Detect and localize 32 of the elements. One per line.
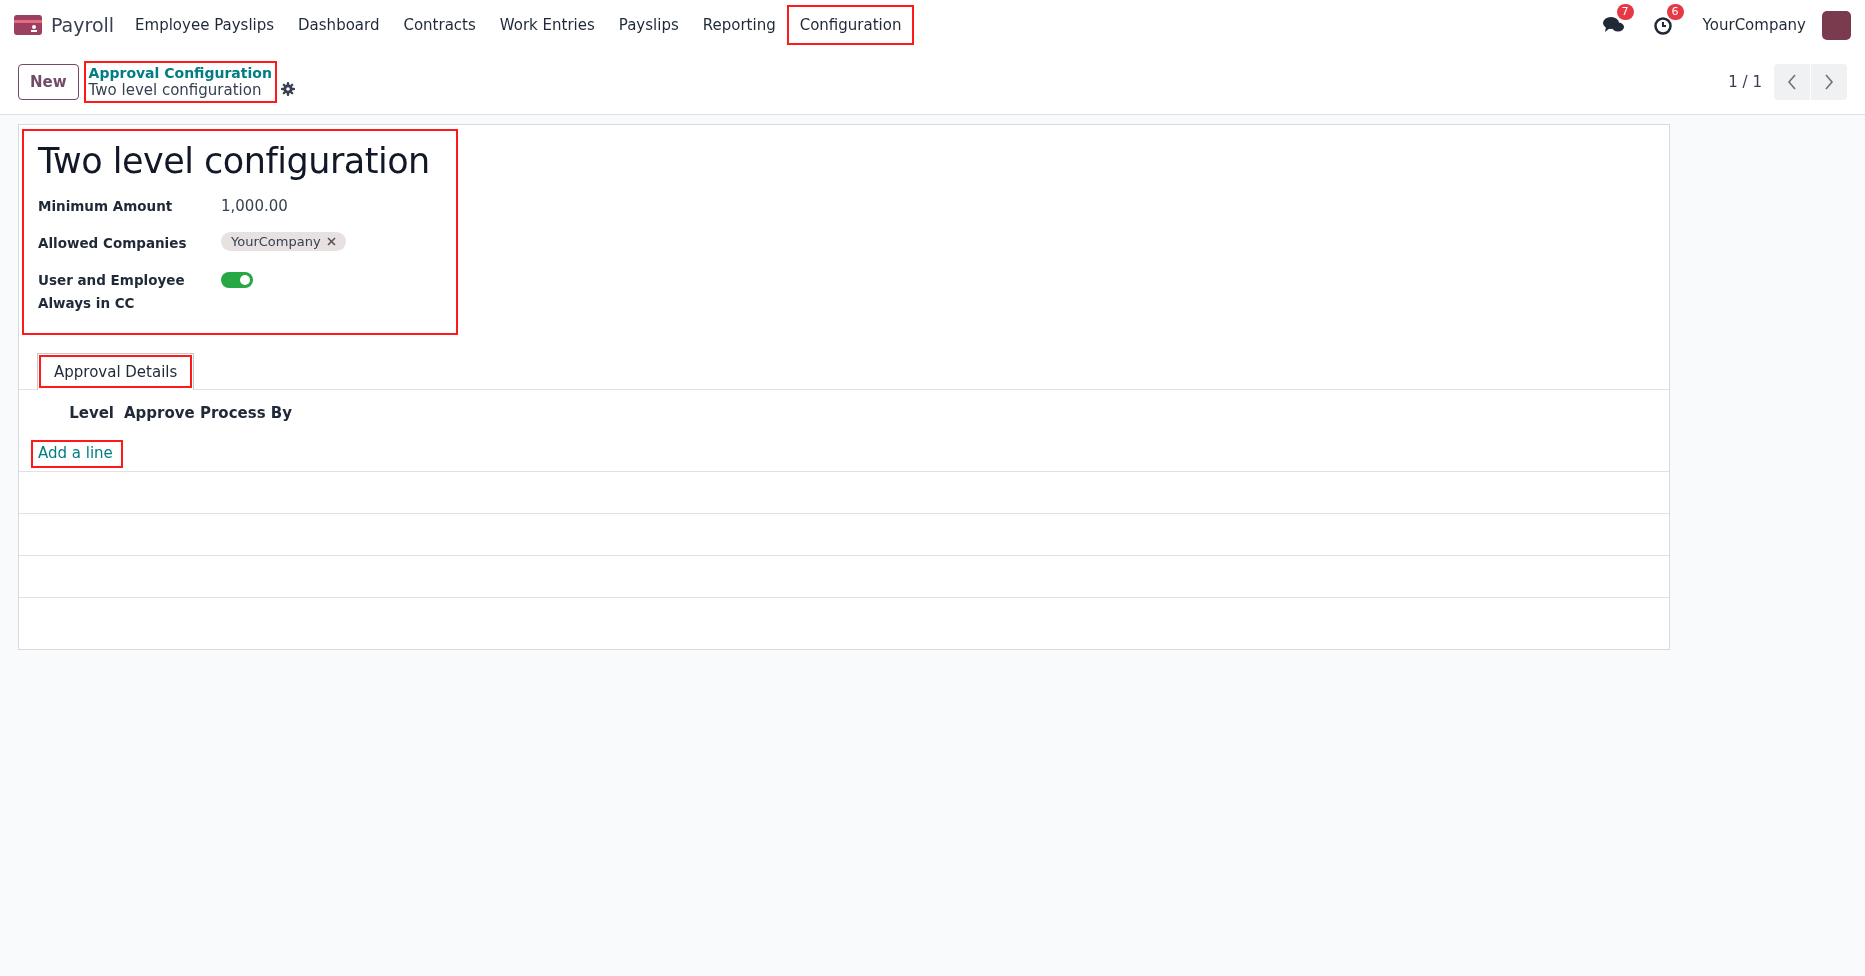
menu-item[interactable]: Payslips [607, 7, 690, 43]
pager-text: 1 / 1 [1728, 73, 1762, 91]
app-name[interactable]: Payroll [51, 14, 115, 36]
field-label: User and Employee Always in CC [38, 271, 186, 313]
column-header: Approve Process By [123, 404, 293, 424]
breadcrumb-link[interactable]: Approval Configuration [88, 65, 272, 81]
field-label: Allowed Companies [38, 234, 188, 253]
chat-icon[interactable] [1602, 15, 1625, 35]
new-button[interactable]: New [18, 64, 79, 100]
tag-label: YourCompany [231, 234, 321, 249]
user-avatar[interactable] [1822, 10, 1851, 40]
add-line-link[interactable]: Add a line [31, 440, 123, 468]
tab[interactable]: Approval Details [37, 353, 195, 390]
record-title: Two level configuration [38, 141, 431, 181]
menu-item[interactable]: Contracts [392, 7, 487, 43]
toggle-switch[interactable] [221, 272, 253, 288]
settings-icon[interactable] [280, 82, 295, 96]
menu-item[interactable]: Work Entries [488, 7, 606, 43]
remove-icon[interactable] [326, 237, 336, 246]
notification-badge: 7 [1616, 4, 1634, 20]
field-label: Minimum Amount [38, 197, 174, 216]
clock-icon[interactable] [1652, 15, 1675, 35]
menu-item[interactable]: Dashboard [287, 7, 391, 43]
menu-item[interactable]: Reporting [691, 7, 787, 43]
field-value: 1,000.00 [221, 197, 288, 215]
column-header: Level [68, 404, 115, 424]
menu-item[interactable]: Employee Payslips [124, 7, 286, 43]
menu-item[interactable]: Configuration [788, 7, 913, 43]
company-name[interactable]: YourCompany [1702, 16, 1806, 34]
payroll-logo-icon [14, 15, 42, 35]
notification-badge: 6 [1666, 4, 1684, 20]
breadcrumb-current: Two level configuration [88, 81, 263, 99]
